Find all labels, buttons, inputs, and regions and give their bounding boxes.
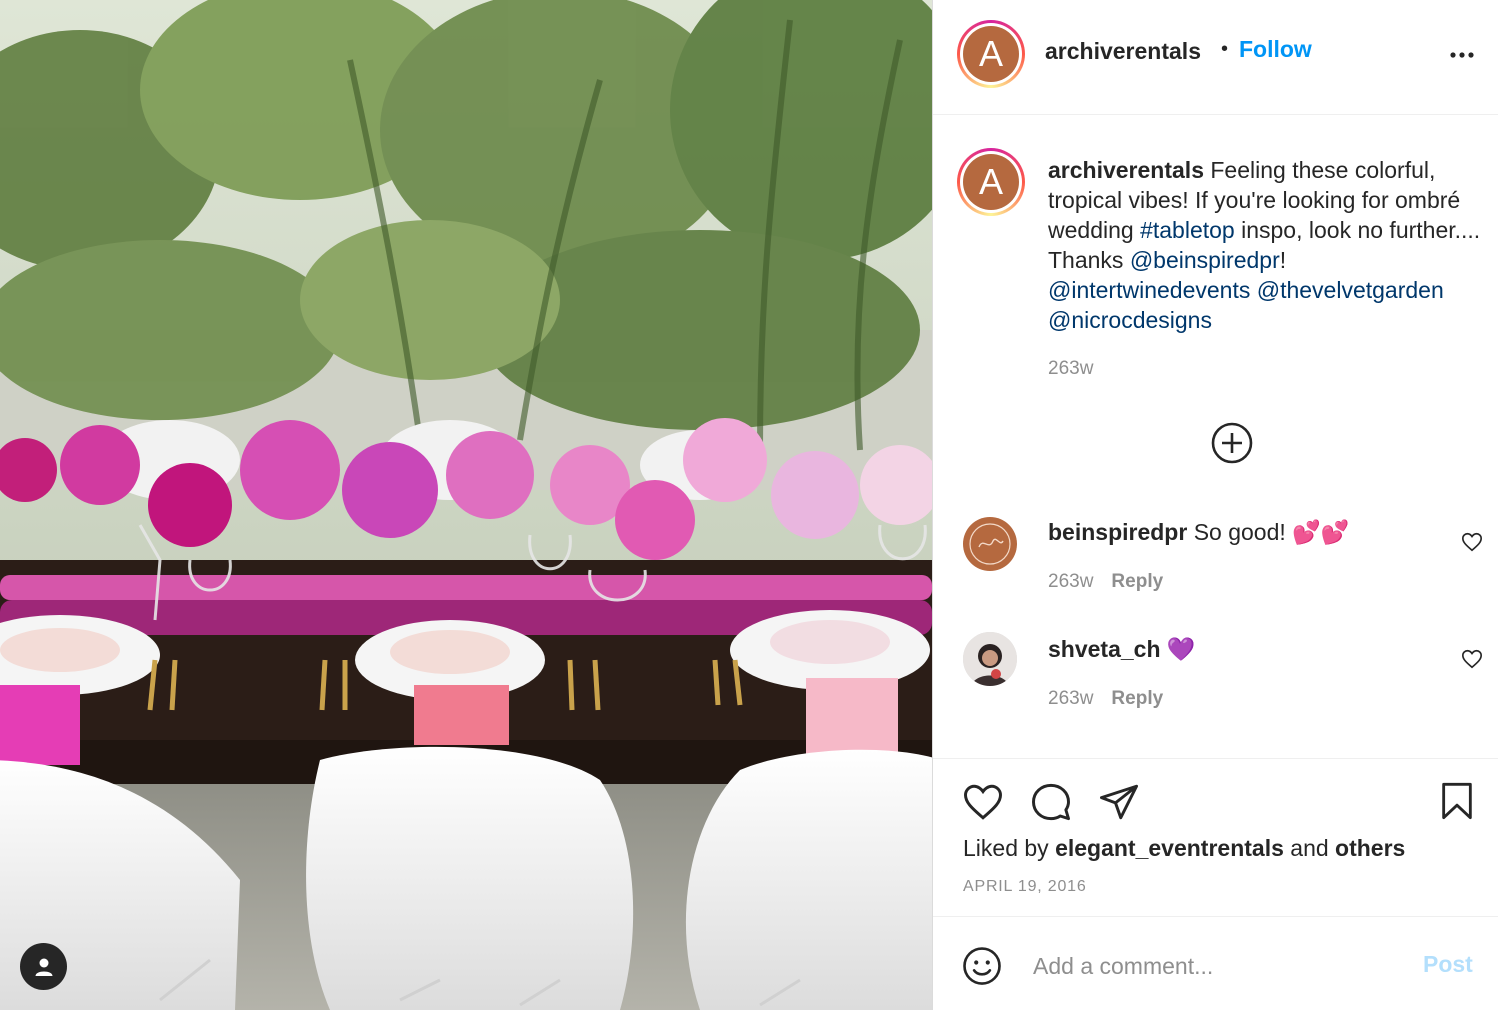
comment-text-block: beinspiredpr So good! 💕💕 (1048, 517, 1349, 547)
caption-avatar-letter: A (963, 154, 1019, 210)
caption-timestamp[interactable]: 263w (1048, 358, 1093, 380)
caption-username[interactable]: archiverentals (1048, 157, 1204, 183)
more-options-icon[interactable] (1447, 40, 1477, 70)
commenter-username[interactable]: beinspiredpr (1048, 519, 1187, 545)
mention-link-intertwinedevents[interactable]: @intertwinedevents (1048, 277, 1250, 303)
commenter-avatar[interactable] (963, 632, 1017, 686)
paper-plane-icon[interactable] (1097, 781, 1141, 823)
comment-input[interactable] (1031, 947, 1415, 985)
heart-icon[interactable] (961, 781, 1005, 823)
comment-meta: 263w Reply (1048, 571, 1163, 593)
likes-others-link[interactable]: others (1335, 835, 1405, 861)
separator-dot: • (1221, 38, 1229, 60)
likes-prefix: Liked by (963, 835, 1056, 861)
mention-link-beinspiredpr[interactable]: @beinspiredpr (1130, 247, 1280, 273)
post-image (0, 0, 932, 1010)
mention-link-thevelvetgarden[interactable]: @thevelvetgarden (1257, 277, 1444, 303)
smiley-icon[interactable] (961, 945, 1003, 987)
likes-middle: and (1283, 835, 1336, 861)
post-photo[interactable] (0, 0, 932, 1010)
mention-link-nicrocdesigns[interactable]: @nicrocdesigns (1048, 307, 1212, 333)
add-comment-bar: Post (933, 916, 1498, 1010)
post-details-panel: A archiverentals • Follow A archiverenta… (932, 0, 1498, 1010)
post-header: A archiverentals • Follow (933, 0, 1498, 115)
user-photo (963, 632, 1017, 686)
likes-user-link[interactable]: elegant_eventrentals (1055, 835, 1284, 861)
comment-icon[interactable] (1029, 781, 1073, 823)
caption-text-3: ! (1279, 247, 1287, 273)
action-bar (933, 758, 1498, 821)
person-icon (35, 958, 52, 976)
beinspired-logo (969, 523, 1011, 565)
comment-meta: 263w Reply (1048, 688, 1163, 710)
comment-like-heart-icon[interactable] (1461, 531, 1483, 553)
comment-text: So good! 💕💕 (1193, 519, 1350, 545)
comment-like-heart-icon[interactable] (1461, 648, 1483, 670)
comment-timestamp[interactable]: 263w (1048, 571, 1093, 592)
bookmark-icon[interactable] (1437, 779, 1477, 823)
post-date[interactable]: APRIL 19, 2016 (963, 878, 1087, 896)
author-avatar[interactable]: A (957, 20, 1025, 88)
plus-circle-icon[interactable] (1211, 422, 1253, 464)
follow-button[interactable]: Follow (1239, 36, 1312, 63)
likes-summary: Liked by elegant_eventrentals and others (963, 835, 1405, 862)
comment-text-block: shveta_ch 💜 (1048, 634, 1196, 664)
caption-avatar[interactable]: A (957, 148, 1025, 216)
commenter-avatar[interactable] (963, 517, 1017, 571)
post-comment-button[interactable]: Post (1423, 951, 1473, 978)
commenter-username[interactable]: shveta_ch (1048, 636, 1161, 662)
reply-button[interactable]: Reply (1111, 571, 1163, 592)
author-username[interactable]: archiverentals (1045, 38, 1201, 65)
hashtag-link[interactable]: #tabletop (1140, 217, 1235, 243)
comment-text: 💜 (1166, 636, 1196, 662)
avatar-letter: A (963, 26, 1019, 82)
caption: archiverentals Feeling these colorful, t… (1048, 155, 1488, 335)
tagged-users-button[interactable] (20, 943, 67, 990)
reply-button[interactable]: Reply (1111, 688, 1163, 709)
comment-timestamp[interactable]: 263w (1048, 688, 1093, 709)
